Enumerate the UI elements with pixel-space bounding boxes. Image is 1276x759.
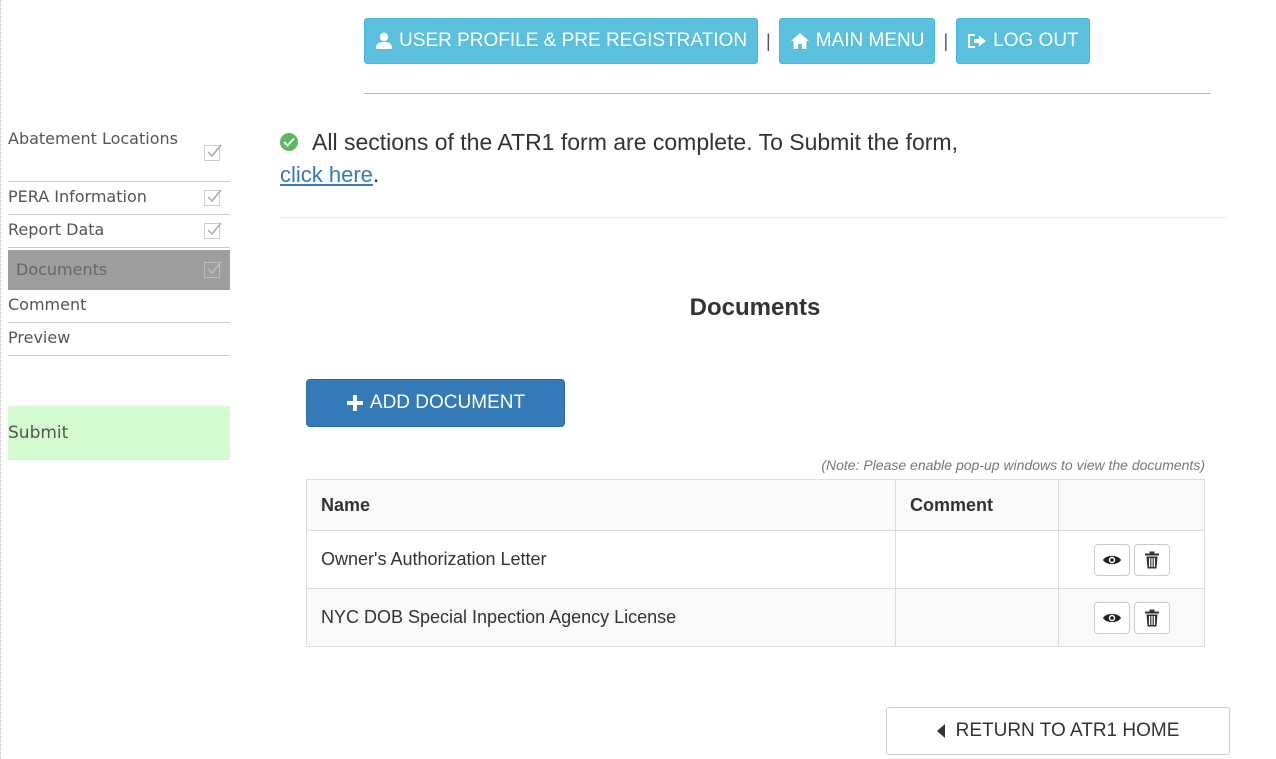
sidebar-item-abatement-locations[interactable]: Abatement Locations [8, 124, 230, 182]
delete-document-button[interactable] [1133, 543, 1170, 576]
eye-icon [1102, 613, 1121, 622]
row-actions [1058, 588, 1205, 647]
sidebar-item-label: PERA Information [8, 187, 147, 206]
nav-separator: | [943, 30, 949, 51]
checkbox-icon [204, 261, 222, 278]
popup-note: (Note: Please enable pop-up windows to v… [821, 457, 1205, 473]
checkmark-icon [204, 189, 222, 206]
row-actions [1058, 530, 1205, 589]
document-name: Owner's Authorization Letter [306, 530, 896, 589]
nav-separator: | [766, 30, 771, 51]
sidebar-item-label: Preview [8, 328, 71, 347]
sidebar: Abatement Locations PERA Information Rep… [8, 124, 230, 356]
status-trailing: . [372, 161, 380, 187]
completion-status: All sections of the ATR1 form are comple… [280, 126, 1220, 191]
eye-icon [1102, 555, 1121, 564]
table-row: Owner's Authorization Letter [306, 530, 1205, 589]
trash-icon [1144, 609, 1159, 626]
column-header-actions [1058, 479, 1205, 531]
user-profile-button[interactable]: USER PROFILE & PRE REGISTRATION [364, 18, 759, 64]
sidebar-item-preview[interactable]: Preview [8, 323, 230, 356]
sidebar-item-pera-information[interactable]: PERA Information [8, 182, 230, 215]
view-document-button[interactable] [1093, 543, 1130, 576]
main-menu-label: MAIN MENU [815, 30, 925, 51]
sidebar-submit-button[interactable]: Submit [8, 406, 230, 460]
add-document-button[interactable]: ADD DOCUMENT [306, 379, 565, 427]
document-comment [895, 588, 1059, 647]
sidebar-item-report-data[interactable]: Report Data [8, 215, 230, 248]
top-navigation: USER PROFILE & PRE REGISTRATION | MAIN M… [364, 18, 1090, 64]
sidebar-item-label: Comment [8, 295, 87, 314]
sidebar-item-label: Abatement Locations [8, 129, 178, 148]
sidebar-item-label: Documents [16, 260, 108, 279]
main-menu-button[interactable]: MAIN MENU [778, 18, 936, 64]
checkmark-icon [204, 144, 222, 161]
plus-icon [346, 395, 363, 411]
trash-icon [1144, 551, 1159, 568]
table-row: NYC DOB Special Inpection Agency License [306, 588, 1205, 647]
submit-link[interactable]: click here [280, 162, 373, 187]
caret-left-icon [936, 724, 945, 738]
document-comment [895, 530, 1059, 589]
sidebar-item-comment[interactable]: Comment [8, 290, 230, 323]
column-header-comment: Comment [895, 479, 1059, 531]
left-border [0, 0, 1, 759]
logout-label: LOG OUT [993, 30, 1079, 51]
logout-icon [968, 34, 987, 48]
user-profile-label: USER PROFILE & PRE REGISTRATION [399, 30, 748, 51]
submit-label: Submit [8, 423, 69, 443]
column-header-name: Name [306, 479, 896, 531]
checkmark-icon [204, 222, 222, 239]
status-message: All sections of the ATR1 form are comple… [312, 129, 958, 155]
sidebar-item-label: Report Data [8, 220, 105, 239]
check-circle-icon [280, 132, 298, 151]
header-divider [364, 93, 1211, 94]
sidebar-item-documents[interactable]: Documents [8, 250, 230, 290]
delete-document-button[interactable] [1133, 601, 1170, 634]
table-header-row: Name Comment [306, 479, 1205, 531]
page-title: Documents [689, 294, 821, 321]
view-document-button[interactable] [1093, 601, 1130, 634]
user-icon [376, 32, 392, 49]
logout-button[interactable]: LOG OUT [956, 18, 1090, 64]
documents-table: Name Comment Owner's Authorization Lette… [306, 479, 1205, 647]
document-name: NYC DOB Special Inpection Agency License [306, 588, 896, 647]
add-document-label: ADD DOCUMENT [369, 392, 526, 413]
status-divider [280, 217, 1228, 218]
return-label: RETURN TO ATR1 HOME [955, 720, 1180, 741]
home-icon [790, 33, 809, 49]
return-to-atr1-home-button[interactable]: RETURN TO ATR1 HOME [886, 707, 1230, 755]
